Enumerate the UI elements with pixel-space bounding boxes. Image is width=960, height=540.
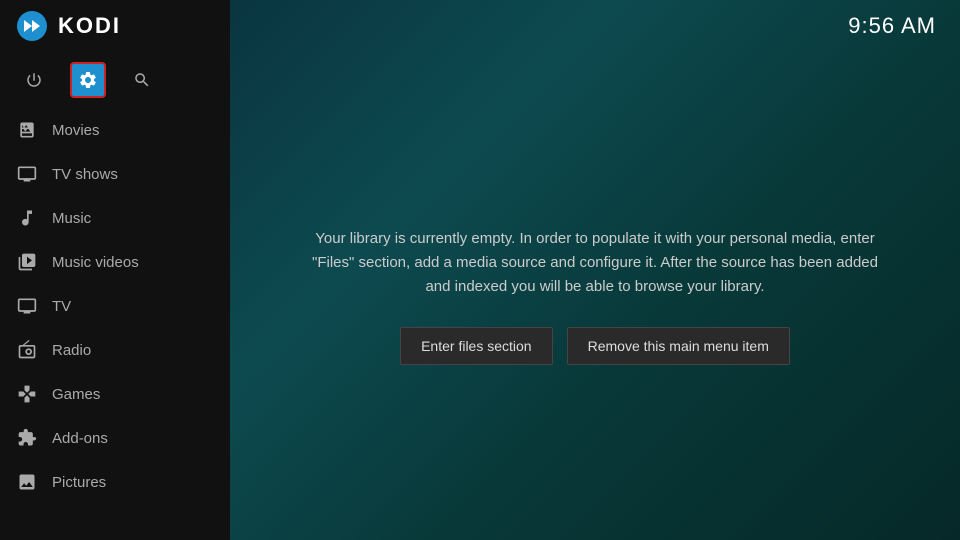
sidebar-item-music-label: Music [52, 210, 91, 227]
sidebar-item-musicvideos-label: Music videos [52, 254, 139, 271]
pictures-icon [16, 471, 38, 493]
sidebar-item-addons[interactable]: Add-ons [0, 416, 230, 460]
library-empty-text: Your library is currently empty. In orde… [305, 227, 885, 299]
games-icon [16, 383, 38, 405]
search-button[interactable] [124, 62, 160, 98]
sidebar-item-pictures[interactable]: Pictures [0, 460, 230, 504]
tvshows-icon [16, 163, 38, 185]
power-button[interactable] [16, 62, 52, 98]
sidebar-item-tv[interactable]: TV [0, 284, 230, 328]
empty-library-message: Your library is currently empty. In orde… [230, 52, 960, 540]
sidebar-item-tvshows-label: TV shows [52, 166, 118, 183]
sidebar-item-movies-label: Movies [52, 122, 100, 139]
music-icon [16, 207, 38, 229]
tv-icon [16, 295, 38, 317]
sidebar-item-pictures-label: Pictures [52, 474, 106, 491]
app-title: KODI [58, 13, 121, 39]
enter-files-button[interactable]: Enter files section [400, 327, 553, 365]
musicvideos-icon [16, 251, 38, 273]
sidebar-item-radio[interactable]: Radio [0, 328, 230, 372]
movies-icon [16, 119, 38, 141]
sidebar-header: KODI [0, 0, 230, 52]
sidebar: KODI Movies [0, 0, 230, 540]
sidebar-item-musicvideos[interactable]: Music videos [0, 240, 230, 284]
sidebar-item-radio-label: Radio [52, 342, 91, 359]
top-bar: 9:56 AM [230, 0, 960, 52]
main-content: 9:56 AM Your library is currently empty.… [230, 0, 960, 540]
addons-icon [16, 427, 38, 449]
sidebar-item-tvshows[interactable]: TV shows [0, 152, 230, 196]
sidebar-item-games[interactable]: Games [0, 372, 230, 416]
sidebar-menu: Movies TV shows Music [0, 108, 230, 540]
sidebar-item-tv-label: TV [52, 298, 71, 315]
time-display: 9:56 AM [848, 13, 936, 39]
radio-icon [16, 339, 38, 361]
sidebar-item-addons-label: Add-ons [52, 430, 108, 447]
settings-button[interactable] [70, 62, 106, 98]
action-buttons: Enter files section Remove this main men… [400, 327, 790, 365]
sidebar-item-music[interactable]: Music [0, 196, 230, 240]
sidebar-item-games-label: Games [52, 386, 100, 403]
sidebar-toolbar [0, 52, 230, 108]
sidebar-item-movies[interactable]: Movies [0, 108, 230, 152]
kodi-logo-icon [16, 10, 48, 42]
remove-menu-item-button[interactable]: Remove this main menu item [567, 327, 790, 365]
